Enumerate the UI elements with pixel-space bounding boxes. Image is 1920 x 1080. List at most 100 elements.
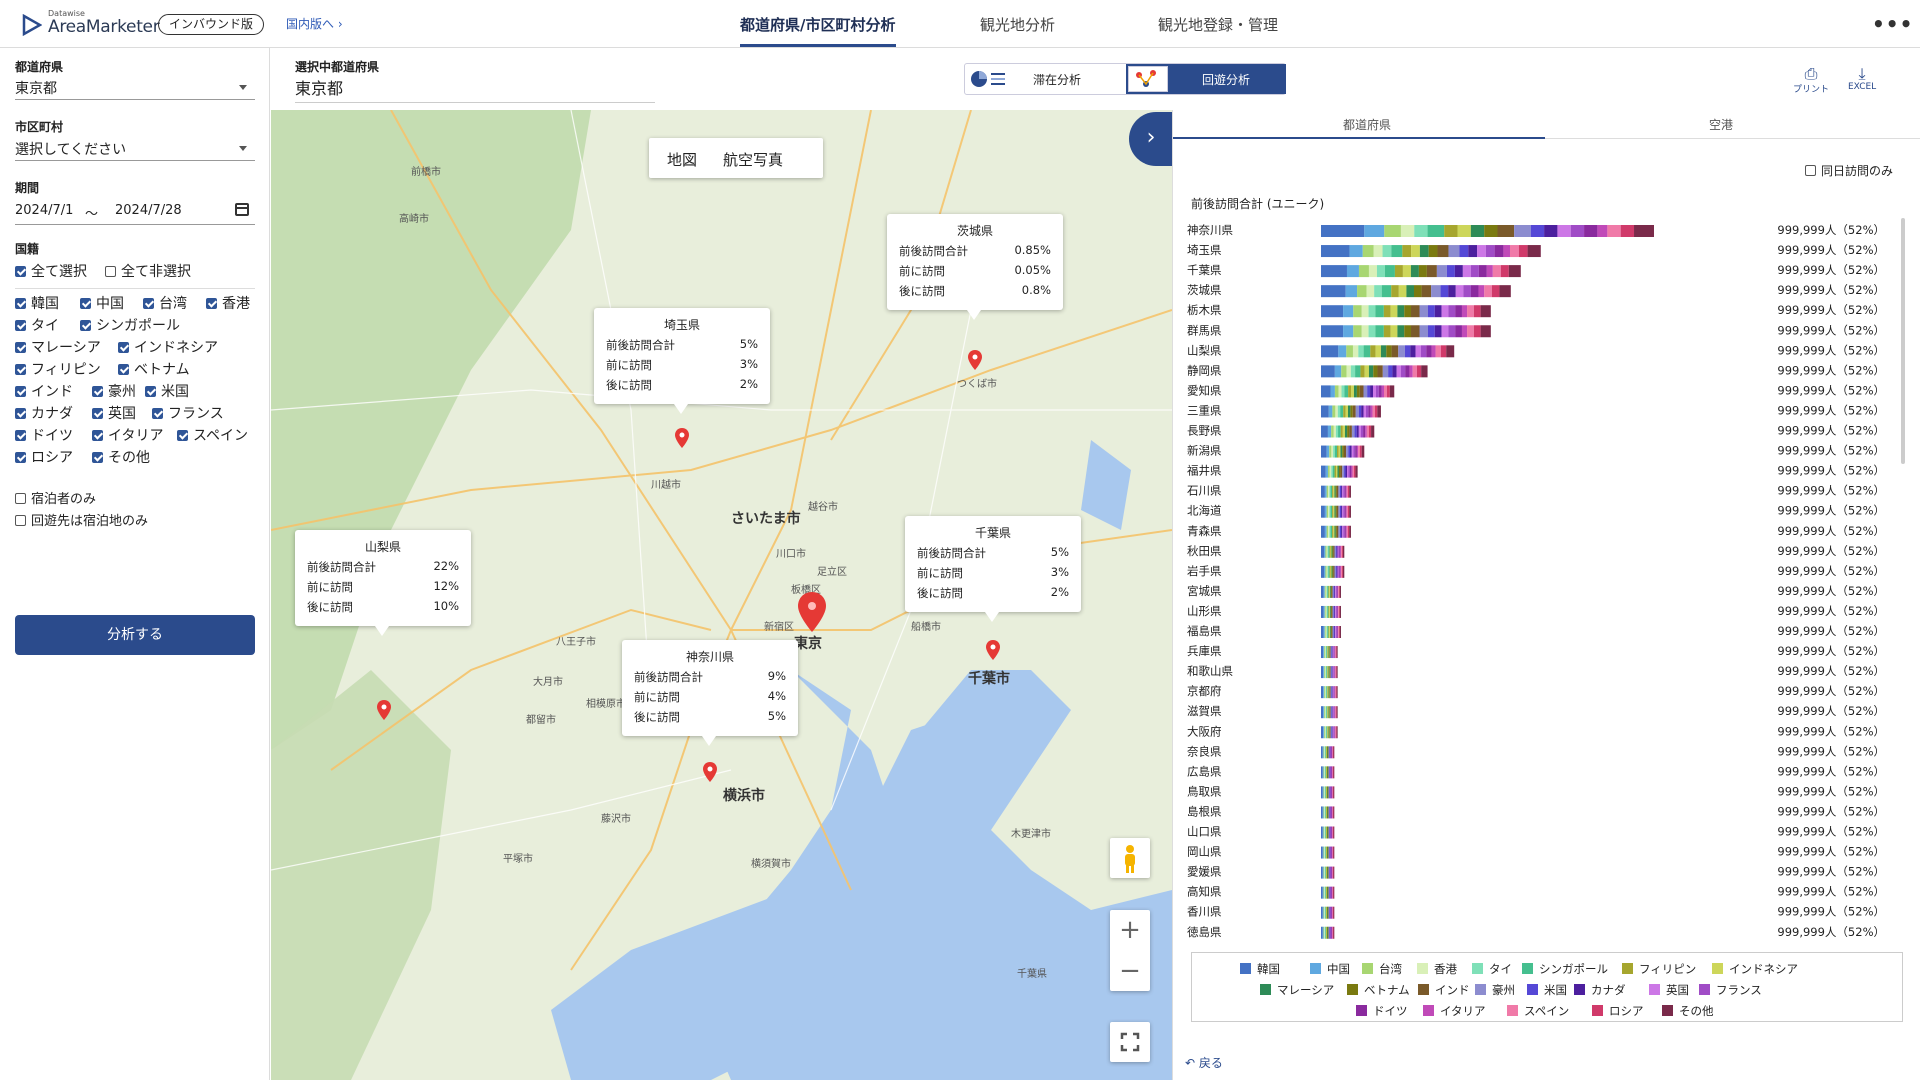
nationality-checkbox[interactable]: シンガポール [80,318,180,334]
bar-segment[interactable] [1323,666,1325,679]
bar-segment[interactable] [1324,746,1326,759]
calendar-icon[interactable] [235,203,249,216]
bar-segment[interactable] [1330,846,1332,859]
bar-segment[interactable] [1330,385,1335,398]
bar-segment[interactable] [1346,445,1349,458]
bar-segment[interactable] [1353,445,1356,458]
bar-segment[interactable] [1342,545,1345,558]
bar-segment[interactable] [1331,926,1333,939]
bar-segment[interactable] [1350,405,1353,418]
bar-segment[interactable] [1326,906,1328,919]
excel-button[interactable]: ⤓ EXCEL [1848,66,1876,93]
nationality-checkbox[interactable]: インド [15,384,73,400]
bar-segment[interactable] [1348,465,1350,478]
bar-segment[interactable] [1329,906,1330,919]
bar-segment[interactable] [1347,465,1349,478]
bar-segment[interactable] [1368,265,1377,278]
bar-segment[interactable] [1332,806,1334,819]
bar-segment[interactable] [1357,285,1367,298]
bar-segment[interactable] [1345,465,1348,478]
bar-segment[interactable] [1325,886,1326,899]
bar-segment[interactable] [1428,245,1438,258]
nationality-checkbox[interactable]: マレーシア [15,340,101,356]
bar-segment[interactable] [1396,365,1401,378]
bar-segment[interactable] [1321,265,1347,278]
bar-segment[interactable] [1325,746,1326,759]
bar-segment[interactable] [1324,525,1327,538]
bar-segment[interactable] [1323,686,1325,699]
bar-segment[interactable] [1327,926,1329,939]
bar-segment[interactable] [1332,846,1334,859]
bar-segment[interactable] [1332,826,1334,839]
bar-segment[interactable] [1397,305,1405,318]
bar-segment[interactable] [1332,866,1334,879]
bar-segment[interactable] [1331,425,1334,438]
bar-segment[interactable] [1325,806,1326,819]
bar-segment[interactable] [1326,726,1328,739]
bar-segment[interactable] [1328,786,1329,799]
bar-segment[interactable] [1321,866,1323,879]
bar-segment[interactable] [1347,405,1351,418]
bar-segment[interactable] [1352,405,1356,418]
bar-segment[interactable] [1331,585,1333,598]
bar-segment[interactable] [1426,345,1432,358]
bar-segment[interactable] [1334,686,1335,699]
bar-segment[interactable] [1337,626,1339,638]
bar-segment[interactable] [1329,626,1331,638]
bar-segment[interactable] [1510,245,1519,258]
bar-segment[interactable] [1332,886,1334,899]
bar-segment[interactable] [1330,926,1332,939]
bar-segment[interactable] [1329,646,1331,659]
bar-segment[interactable] [1331,465,1333,478]
bar-segment[interactable] [1339,545,1341,558]
bar-segment[interactable] [1322,786,1324,799]
bar-segment[interactable] [1349,425,1352,438]
bar-segment[interactable] [1326,545,1328,558]
bar-segment[interactable] [1330,485,1333,498]
nationality-checkbox[interactable]: 米国 [145,384,189,400]
bar-segment[interactable] [1358,445,1360,458]
bar-segment[interactable] [1326,866,1328,879]
bar-segment[interactable] [1328,666,1330,679]
bar-segment[interactable] [1356,385,1360,398]
bar-segment[interactable] [1454,265,1463,278]
bar-segment[interactable] [1388,365,1393,378]
bar-segment[interactable] [1335,646,1336,659]
bar-segment[interactable] [1327,425,1332,438]
nationality-checkbox[interactable]: スペイン [177,428,248,444]
bar-segment[interactable] [1333,846,1335,859]
bar-segment[interactable] [1329,605,1331,618]
bar-segment[interactable] [1329,926,1330,939]
bar-segment[interactable] [1353,325,1362,338]
bar-segment[interactable] [1327,706,1328,719]
bar-segment[interactable] [1336,565,1338,578]
bar-segment[interactable] [1329,585,1330,598]
bar-segment[interactable] [1336,666,1338,679]
bar-segment[interactable] [1332,746,1334,759]
bar-segment[interactable] [1323,886,1325,899]
bar-segment[interactable] [1368,405,1371,418]
nationality-checkbox[interactable]: 香港 [206,296,250,312]
bar-segment[interactable] [1324,605,1326,618]
bar-segment[interactable] [1321,365,1335,378]
bar-segment[interactable] [1326,525,1329,538]
nationality-checkbox[interactable]: ドイツ [15,428,73,444]
bar-segment[interactable] [1431,345,1436,358]
bar-segment[interactable] [1346,505,1348,518]
bar-segment[interactable] [1406,285,1415,298]
bar-segment[interactable] [1530,225,1545,237]
bar-segment[interactable] [1329,686,1330,699]
bar-segment[interactable] [1462,265,1471,278]
bar-segment[interactable] [1326,806,1328,819]
bar-segment[interactable] [1332,626,1334,638]
more-menu-icon[interactable]: ••• [1872,12,1913,36]
bar-segment[interactable] [1391,245,1403,258]
bar-segment[interactable] [1322,846,1324,859]
bar-segment[interactable] [1333,826,1335,839]
bar-segment[interactable] [1338,626,1339,638]
bar-segment[interactable] [1330,505,1333,518]
bar-segment[interactable] [1330,686,1332,699]
bar-segment[interactable] [1427,225,1445,237]
bar-segment[interactable] [1327,906,1329,919]
bar-segment[interactable] [1323,766,1325,779]
